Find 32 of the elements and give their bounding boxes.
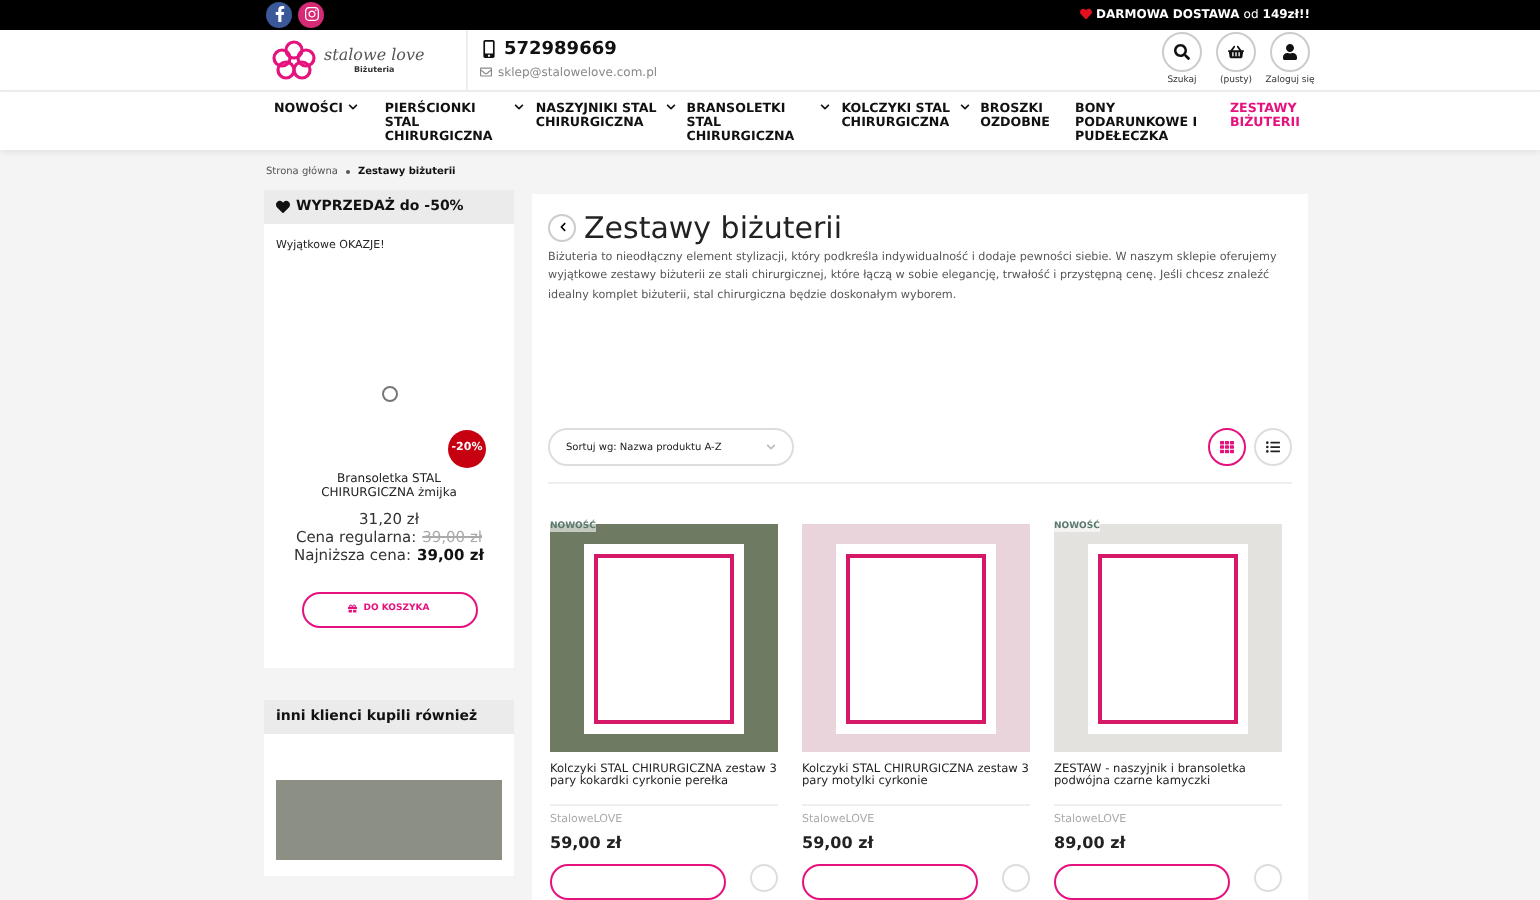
grid-icon xyxy=(1220,440,1234,454)
list-icon xyxy=(1266,440,1280,454)
loading-spinner-icon xyxy=(381,385,397,402)
chevron-icon xyxy=(766,442,776,452)
add-to-cart-button[interactable] xyxy=(550,864,726,900)
header-action-button[interactable] xyxy=(1270,32,1310,73)
separator-dot xyxy=(345,169,350,174)
instagram-icon[interactable] xyxy=(298,1,324,28)
back-icon xyxy=(557,222,567,233)
add-to-cart-button[interactable] xyxy=(802,864,978,900)
photo-placeholder[interactable] xyxy=(802,524,1030,752)
heart-icon xyxy=(276,199,290,214)
back-button[interactable] xyxy=(548,213,576,242)
gift-icon xyxy=(348,604,358,614)
facebook-icon[interactable] xyxy=(266,1,292,28)
header-action-button[interactable] xyxy=(1216,32,1256,73)
product-price: 59,00 zł xyxy=(802,834,876,852)
logo-name: stalowe love xyxy=(324,45,425,64)
product-price: 59,00 zł xyxy=(550,834,624,852)
user-icon xyxy=(1282,44,1298,61)
envelope-icon xyxy=(480,66,492,79)
phone-number: 572989669 xyxy=(504,39,617,60)
heart-icon xyxy=(1080,8,1092,21)
flower-logo-icon xyxy=(272,39,316,80)
phone-icon xyxy=(480,40,498,59)
view-toggle-button[interactable] xyxy=(1208,428,1246,466)
header-action-button[interactable] xyxy=(1162,32,1202,73)
page-title: Zestawy biżuterii xyxy=(584,209,842,246)
basket-icon xyxy=(1228,44,1244,61)
search-icon xyxy=(1174,44,1190,61)
add-to-cart-button[interactable] xyxy=(1054,864,1230,900)
product-price: 89,00 zł xyxy=(1054,834,1128,852)
